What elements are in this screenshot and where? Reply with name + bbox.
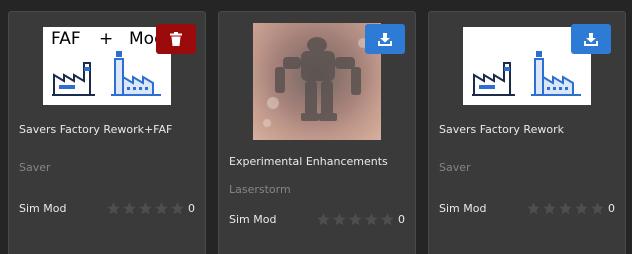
download-icon [378,32,392,46]
delete-button[interactable] [156,24,196,54]
star-icon[interactable] [170,201,185,216]
mod-card[interactable]: FAF + Mod Savers Factory Rework+FAF Save… [8,11,206,254]
star-icon[interactable] [558,201,573,216]
robot-image [253,23,381,140]
mod-title: Savers Factory Rework+FAF [19,123,173,136]
star-rating[interactable] [316,212,395,227]
mod-type: Sim Mod [19,202,67,215]
mod-footer: Sim Mod 0 [439,201,615,217]
mod-type: Sim Mod [229,213,277,226]
factory-blue-icon [531,51,581,96]
mod-type: Sim Mod [439,202,487,215]
download-button[interactable] [365,24,405,54]
mod-thumbnail: FAF + Mod [43,27,171,105]
star-icon[interactable] [380,212,395,227]
star-icon[interactable] [316,212,331,227]
factory-outline-icon [52,62,95,96]
mod-footer: Sim Mod 0 [229,212,405,228]
star-icon[interactable] [348,212,363,227]
star-icon[interactable] [332,212,347,227]
mod-card[interactable]: Experimental Enhancements Laserstorm Sim… [218,11,416,254]
trash-icon [170,32,182,46]
mod-author: Saver [439,161,471,174]
star-rating[interactable] [526,201,605,216]
mod-card-row: FAF + Mod Savers Factory Rework+FAF Save… [0,0,632,254]
star-icon[interactable] [574,201,589,216]
thumbnail-caption: + [99,29,114,49]
download-icon [584,32,598,46]
mod-card[interactable]: Savers Factory Rework Saver Sim Mod 0 [428,11,626,254]
download-button[interactable] [571,24,611,54]
mod-author: Saver [19,161,51,174]
mod-title: Experimental Enhancements [229,155,388,168]
rating-count: 0 [188,202,195,215]
rating-count: 0 [608,202,615,215]
star-icon[interactable] [542,201,557,216]
star-icon[interactable] [138,201,153,216]
mod-title: Savers Factory Rework [439,123,564,136]
star-rating[interactable] [106,201,185,216]
star-icon[interactable] [106,201,121,216]
star-icon[interactable] [590,201,605,216]
factory-blue-icon [111,51,161,96]
mod-footer: Sim Mod 0 [19,201,195,217]
thumbnail-caption: FAF [51,29,81,49]
star-icon[interactable] [122,201,137,216]
star-icon[interactable] [154,201,169,216]
rating-count: 0 [398,213,405,226]
star-icon[interactable] [364,212,379,227]
mod-thumbnail [253,23,381,140]
star-icon[interactable] [526,201,541,216]
factory-outline-icon [472,62,515,96]
mod-author: Laserstorm [229,183,291,196]
